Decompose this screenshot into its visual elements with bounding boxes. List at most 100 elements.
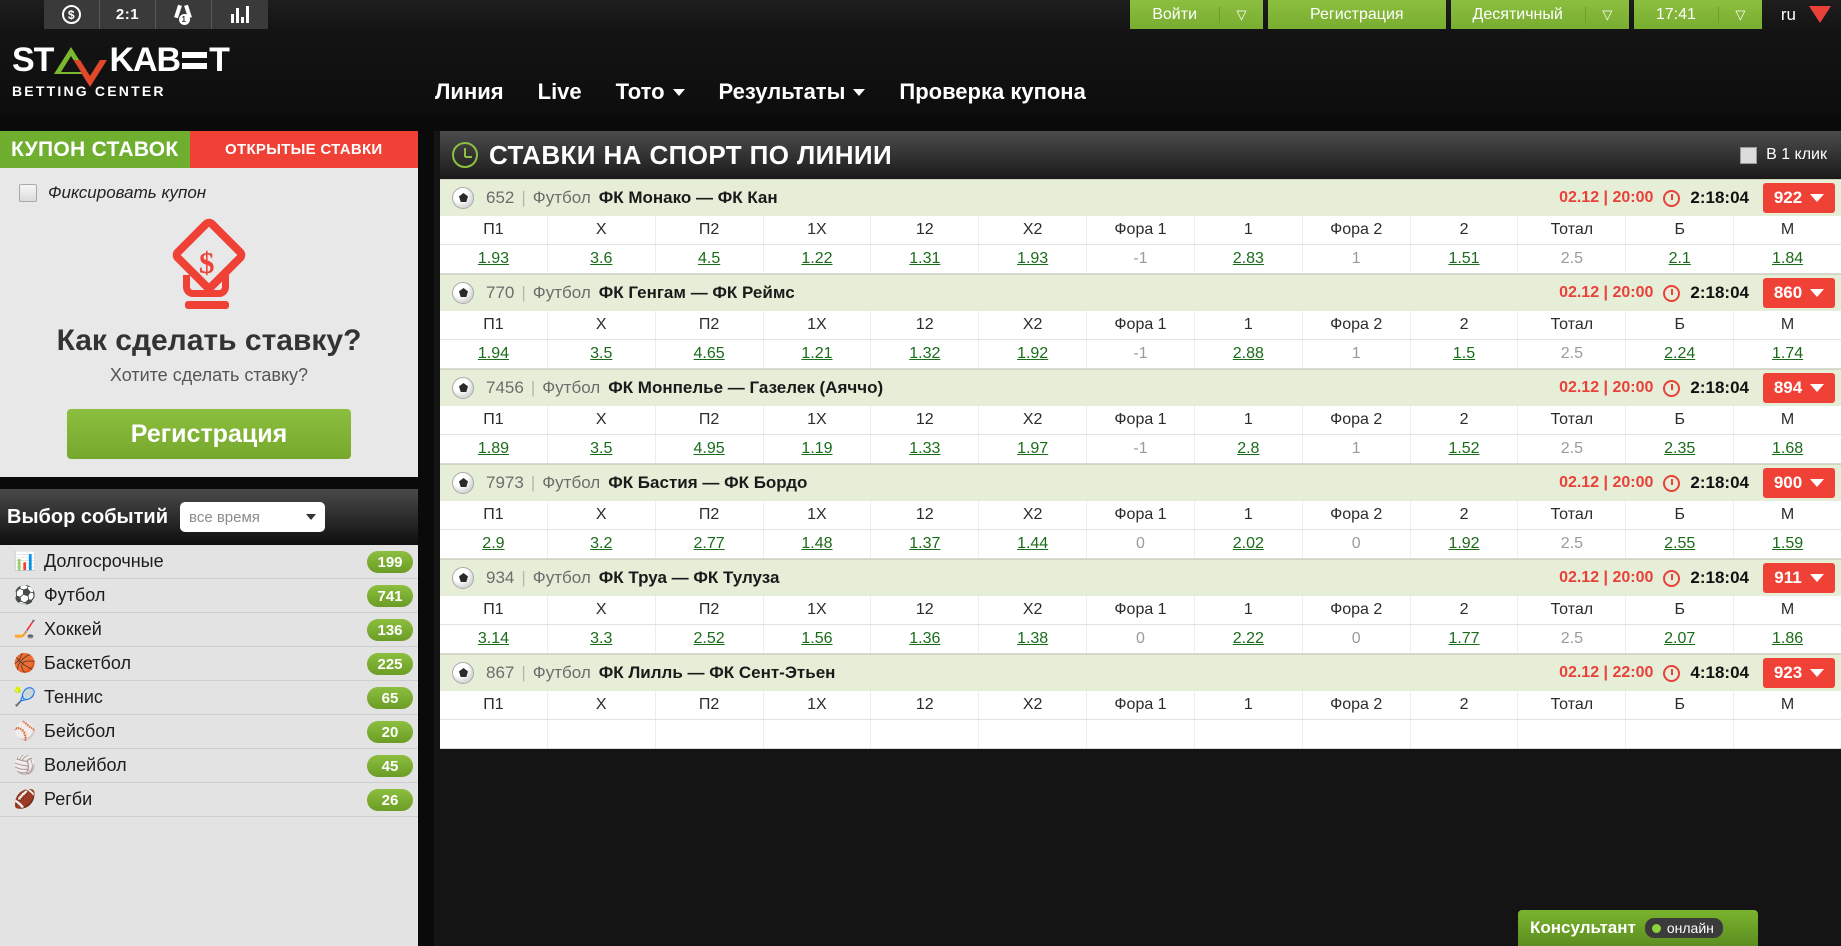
odds-cell[interactable] [548, 720, 656, 748]
odds-cell[interactable]: 2.24 [1626, 340, 1735, 368]
one-click-toggle[interactable]: В 1 клик [1740, 146, 1827, 164]
consultant-widget[interactable]: Консультант онлайн [1518, 910, 1758, 946]
event-header[interactable]: 652 | Футбол ФК Монако — ФК Кан 02.12 | 20:0… [440, 179, 1841, 216]
odds-cell[interactable]: 1.68 [1734, 435, 1841, 463]
odds-cell[interactable]: 2.83 [1195, 245, 1303, 273]
odds-cell[interactable]: 1.38 [979, 625, 1088, 653]
sidebar-item-tennis[interactable]: 🎾 Теннис 65 [0, 681, 418, 715]
odds-cell[interactable]: 2.55 [1626, 530, 1735, 558]
fix-coupon-checkbox[interactable] [19, 184, 37, 202]
coin-icon[interactable]: $ [44, 0, 100, 29]
odds-cell[interactable]: 1.48 [764, 530, 872, 558]
login-button[interactable]: Войти ▽ [1130, 0, 1264, 29]
odds-cell[interactable]: 1.86 [1734, 625, 1841, 653]
odds-cell[interactable]: 3.2 [548, 530, 656, 558]
odds-cell[interactable]: 1.5 [1411, 340, 1519, 368]
odds-cell[interactable]: 4.95 [656, 435, 764, 463]
register-button[interactable]: Регистрация [67, 409, 351, 459]
odds-cell[interactable]: 2.8 [1195, 435, 1303, 463]
odds-cell[interactable]: 1.31 [871, 245, 980, 273]
chevron-down-icon[interactable]: ▽ [1584, 6, 1629, 23]
odds-cell[interactable]: 3.5 [548, 435, 656, 463]
sidebar-item-rugby[interactable]: 🏈 Регби 26 [0, 783, 418, 817]
odds-cell[interactable] [979, 720, 1088, 748]
event-markets-badge[interactable]: 911 [1763, 563, 1835, 593]
odds-cell[interactable]: 1.93 [979, 245, 1088, 273]
event-markets-badge[interactable]: 860 [1763, 278, 1835, 308]
odds-cell[interactable]: 2.02 [1195, 530, 1303, 558]
event-header[interactable]: 934 | Футбол ФК Труа — ФК Тулуза 02.12 | 20:… [440, 559, 1841, 596]
sidebar-item-volleyball[interactable]: 🏐 Волейбол 45 [0, 749, 418, 783]
odds-cell[interactable]: 1.52 [1411, 435, 1519, 463]
time-range-select[interactable]: все время [180, 502, 326, 532]
odds-cell[interactable]: 1.19 [764, 435, 872, 463]
nav-item-check-coupon[interactable]: Проверка купона [882, 79, 1102, 105]
odds-cell[interactable]: 2.88 [1195, 340, 1303, 368]
nav-item-toto[interactable]: Тото [599, 79, 702, 105]
score-icon[interactable]: 2:1 [100, 0, 156, 29]
odds-cell[interactable]: 1.44 [979, 530, 1088, 558]
event-markets-badge[interactable]: 923 [1763, 658, 1835, 688]
event-markets-badge[interactable]: 894 [1763, 373, 1835, 403]
stats-icon[interactable] [212, 0, 268, 29]
odds-cell[interactable] [1626, 720, 1735, 748]
odds-cell[interactable]: 2.35 [1626, 435, 1735, 463]
sidebar-item-basketball[interactable]: 🏀 Баскетбол 225 [0, 647, 418, 681]
odds-cell[interactable] [764, 720, 872, 748]
logo[interactable]: ST KAB T BETTING CENTER [12, 43, 230, 99]
odds-cell[interactable]: 2.22 [1195, 625, 1303, 653]
sidebar-item-football[interactable]: ⚽ Футбол 741 [0, 579, 418, 613]
odds-cell[interactable]: 3.5 [548, 340, 656, 368]
odds-cell[interactable]: 4.65 [656, 340, 764, 368]
odds-cell[interactable]: 3.14 [440, 625, 548, 653]
odds-cell[interactable]: 1.84 [1734, 245, 1841, 273]
odds-cell[interactable]: 2.1 [1626, 245, 1735, 273]
odds-cell[interactable]: 1.56 [764, 625, 872, 653]
odds-cell[interactable] [1195, 720, 1303, 748]
fix-coupon-row[interactable]: Фиксировать купон [0, 168, 418, 203]
sidebar-item-dolgosrochnye[interactable]: 📊 Долгосрочные 199 [0, 545, 418, 579]
odds-cell[interactable] [1411, 720, 1519, 748]
odds-cell[interactable]: 4.5 [656, 245, 764, 273]
odds-cell[interactable]: 1.33 [871, 435, 980, 463]
odds-cell[interactable]: 1.92 [1411, 530, 1519, 558]
sidebar-item-hockey[interactable]: 🏒 Хоккей 136 [0, 613, 418, 647]
odds-cell[interactable]: 1.93 [440, 245, 548, 273]
odds-cell[interactable]: 1.59 [1734, 530, 1841, 558]
event-header[interactable]: 770 | Футбол ФК Генгам — ФК Реймс 02.12 | 20… [440, 274, 1841, 311]
medal-icon[interactable]: 1 [156, 0, 212, 29]
odds-cell[interactable] [871, 720, 980, 748]
odds-cell[interactable]: 1.32 [871, 340, 980, 368]
language-selector[interactable]: ru [1767, 0, 1841, 29]
odds-cell[interactable] [440, 720, 548, 748]
odds-cell[interactable]: 1.21 [764, 340, 872, 368]
odds-cell[interactable]: 2.07 [1626, 625, 1735, 653]
odds-cell[interactable]: 2.9 [440, 530, 548, 558]
odds-cell[interactable] [656, 720, 764, 748]
odds-cell[interactable]: 1.92 [979, 340, 1088, 368]
tab-bet-coupon[interactable]: КУПОН СТАВОК [0, 131, 190, 168]
odds-cell[interactable]: 1.77 [1411, 625, 1519, 653]
odds-format-selector[interactable]: Десятичный ▽ [1450, 0, 1629, 29]
event-header[interactable]: 867 | Футбол ФК Лилль — ФК Сент-Этьен 02.12 … [440, 654, 1841, 691]
odds-cell[interactable]: 1.22 [764, 245, 872, 273]
odds-cell[interactable]: 1.94 [440, 340, 548, 368]
odds-cell[interactable]: 2.77 [656, 530, 764, 558]
odds-cell[interactable]: 3.6 [548, 245, 656, 273]
time-selector[interactable]: 17:41 ▽ [1633, 0, 1762, 29]
odds-cell[interactable]: 1.89 [440, 435, 548, 463]
odds-cell[interactable]: 1.51 [1411, 245, 1519, 273]
event-markets-badge[interactable]: 900 [1763, 468, 1835, 498]
odds-cell[interactable]: 3.3 [548, 625, 656, 653]
event-markets-badge[interactable]: 922 [1763, 183, 1835, 213]
event-header[interactable]: 7973 | Футбол ФК Бастия — ФК Бордо 02.12 | 2… [440, 464, 1841, 501]
odds-cell[interactable]: 2.52 [656, 625, 764, 653]
sidebar-item-baseball[interactable]: ⚾ Бейсбол 20 [0, 715, 418, 749]
odds-cell[interactable] [1734, 720, 1841, 748]
event-header[interactable]: 7456 | Футбол ФК Монпелье — Газелек (Аяччо)… [440, 369, 1841, 406]
tab-open-bets[interactable]: ОТКРЫТЫЕ СТАВКИ [189, 131, 418, 168]
nav-item-live[interactable]: Live [521, 79, 599, 105]
odds-cell[interactable]: 1.36 [871, 625, 980, 653]
chevron-down-icon[interactable]: ▽ [1219, 6, 1263, 23]
chevron-down-icon[interactable]: ▽ [1717, 6, 1762, 23]
